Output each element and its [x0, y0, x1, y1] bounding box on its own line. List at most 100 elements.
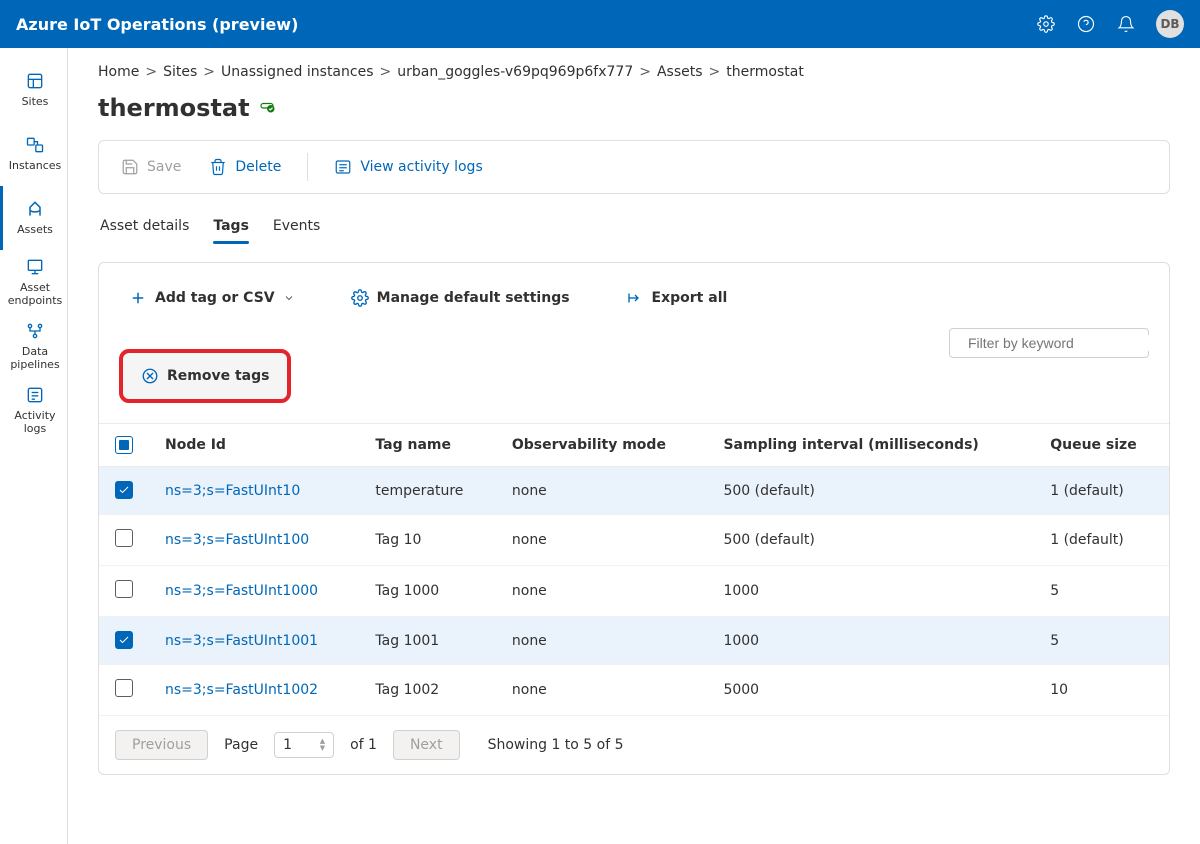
col-obs-mode[interactable]: Observability mode: [496, 424, 708, 467]
showing-label: Showing 1 to 5 of 5: [488, 737, 624, 753]
col-sampling[interactable]: Sampling interval (milliseconds): [707, 424, 1034, 467]
cell-queue: 5: [1034, 566, 1169, 617]
tags-table: Node Id Tag name Observability mode Samp…: [99, 423, 1169, 716]
sidebar-item-label: Activity logs: [5, 409, 65, 435]
sidebar-item-label: Data pipelines: [5, 345, 65, 371]
breadcrumb-item[interactable]: Unassigned instances: [221, 64, 374, 80]
page-of-label: of 1: [350, 737, 377, 753]
cell-sampling: 1000: [707, 566, 1034, 617]
breadcrumb-item[interactable]: Sites: [163, 64, 197, 80]
tab-events[interactable]: Events: [273, 212, 320, 244]
row-checkbox[interactable]: [115, 529, 133, 547]
manage-defaults-label: Manage default settings: [377, 290, 570, 306]
cell-obs-mode: none: [496, 617, 708, 665]
node-id-link[interactable]: ns=3;s=FastUInt1000: [165, 583, 318, 599]
divider: [307, 153, 308, 181]
next-button: Next: [393, 730, 460, 760]
sidebar-item-asset-endpoints[interactable]: Asset endpoints: [0, 250, 67, 314]
help-icon[interactable]: [1076, 14, 1096, 34]
sidebar: Sites Instances Assets Asset endpoints D…: [0, 48, 68, 844]
filter-input[interactable]: [968, 335, 1149, 351]
cell-tag-name: Tag 10: [359, 515, 495, 566]
save-icon: [121, 158, 139, 176]
row-checkbox[interactable]: [115, 481, 133, 499]
node-id-link[interactable]: ns=3;s=FastUInt100: [165, 532, 309, 548]
page-input[interactable]: 1 ▲▼: [274, 732, 334, 758]
topbar: Azure IoT Operations (preview) DB: [0, 0, 1200, 48]
assets-icon: [25, 199, 45, 219]
delete-button[interactable]: Delete: [207, 154, 283, 180]
save-label: Save: [147, 159, 181, 175]
export-icon: [626, 289, 644, 307]
cell-queue: 1 (default): [1034, 467, 1169, 515]
chevron-down-icon: [283, 292, 295, 304]
node-id-link[interactable]: ns=3;s=FastUInt1001: [165, 633, 318, 649]
table-row[interactable]: ns=3;s=FastUInt10 temperaturenone500 (def…: [99, 467, 1169, 515]
breadcrumb-item[interactable]: Assets: [657, 64, 703, 80]
cell-sampling: 5000: [707, 665, 1034, 716]
instances-icon: [25, 135, 45, 155]
breadcrumb-item[interactable]: urban_goggles-v69pq969p6fx777: [397, 64, 633, 80]
cell-obs-mode: none: [496, 566, 708, 617]
bell-icon[interactable]: [1116, 14, 1136, 34]
col-tag-name[interactable]: Tag name: [359, 424, 495, 467]
page-title: thermostat: [98, 94, 250, 122]
delete-label: Delete: [235, 159, 281, 175]
table-row[interactable]: ns=3;s=FastUInt1001Tag 1001none10005: [99, 617, 1169, 665]
add-tag-button[interactable]: Add tag or CSV: [119, 283, 305, 313]
node-id-link[interactable]: ns=3;s=FastUInt1002: [165, 682, 318, 698]
tab-tags[interactable]: Tags: [213, 212, 249, 244]
sidebar-item-label: Asset endpoints: [5, 281, 65, 307]
sidebar-item-activity-logs[interactable]: Activity logs: [0, 378, 67, 442]
cell-queue: 10: [1034, 665, 1169, 716]
remove-tags-button[interactable]: Remove tags: [119, 349, 291, 403]
pipelines-icon: [25, 321, 45, 341]
cell-sampling: 500 (default): [707, 467, 1034, 515]
page-value: 1: [283, 737, 292, 753]
tags-panel: Add tag or CSV Manage default settings E…: [98, 262, 1170, 775]
select-all-checkbox[interactable]: [115, 436, 133, 454]
filter-input-wrapper[interactable]: [949, 328, 1149, 358]
app-title: Azure IoT Operations (preview): [16, 15, 298, 34]
cell-obs-mode: none: [496, 467, 708, 515]
save-button: Save: [119, 154, 183, 180]
sidebar-item-data-pipelines[interactable]: Data pipelines: [0, 314, 67, 378]
sidebar-item-instances[interactable]: Instances: [0, 122, 67, 186]
col-node-id[interactable]: Node Id: [149, 424, 359, 467]
col-queue[interactable]: Queue size: [1034, 424, 1169, 467]
cell-sampling: 500 (default): [707, 515, 1034, 566]
tab-asset-details[interactable]: Asset details: [100, 212, 189, 244]
page-label: Page: [224, 737, 258, 753]
add-tag-label: Add tag or CSV: [155, 290, 275, 306]
plus-icon: [129, 289, 147, 307]
sidebar-item-sites[interactable]: Sites: [0, 58, 67, 122]
action-bar: Save Delete View activity logs: [98, 140, 1170, 194]
cell-queue: 1 (default): [1034, 515, 1169, 566]
view-logs-label: View activity logs: [360, 159, 482, 175]
stepper-icon[interactable]: ▲▼: [320, 738, 325, 752]
breadcrumb-item[interactable]: Home: [98, 64, 139, 80]
activity-logs-icon: [25, 385, 45, 405]
cell-obs-mode: none: [496, 515, 708, 566]
export-all-button[interactable]: Export all: [616, 283, 738, 313]
export-all-label: Export all: [652, 290, 728, 306]
table-row[interactable]: ns=3;s=FastUInt1000 Tag 1000none10005: [99, 566, 1169, 617]
cell-tag-name: temperature: [359, 467, 495, 515]
cell-queue: 5: [1034, 617, 1169, 665]
row-checkbox[interactable]: [115, 580, 133, 598]
row-checkbox[interactable]: [115, 631, 133, 649]
manage-defaults-button[interactable]: Manage default settings: [341, 283, 580, 313]
cell-tag-name: Tag 1000: [359, 566, 495, 617]
view-activity-logs-button[interactable]: View activity logs: [332, 154, 484, 180]
remove-tags-label: Remove tags: [167, 368, 269, 384]
table-row[interactable]: ns=3;s=FastUInt100 Tag 10none500 (default…: [99, 515, 1169, 566]
gear-icon[interactable]: [1036, 14, 1056, 34]
sidebar-item-assets[interactable]: Assets: [0, 186, 67, 250]
avatar[interactable]: DB: [1156, 10, 1184, 38]
remove-icon: [141, 367, 159, 385]
node-id-link[interactable]: ns=3;s=FastUInt10: [165, 483, 300, 499]
activity-icon: [334, 158, 352, 176]
row-checkbox[interactable]: [115, 679, 133, 697]
tabs: Asset details Tags Events: [98, 212, 1170, 244]
table-row[interactable]: ns=3;s=FastUInt1002Tag 1002none500010: [99, 665, 1169, 716]
